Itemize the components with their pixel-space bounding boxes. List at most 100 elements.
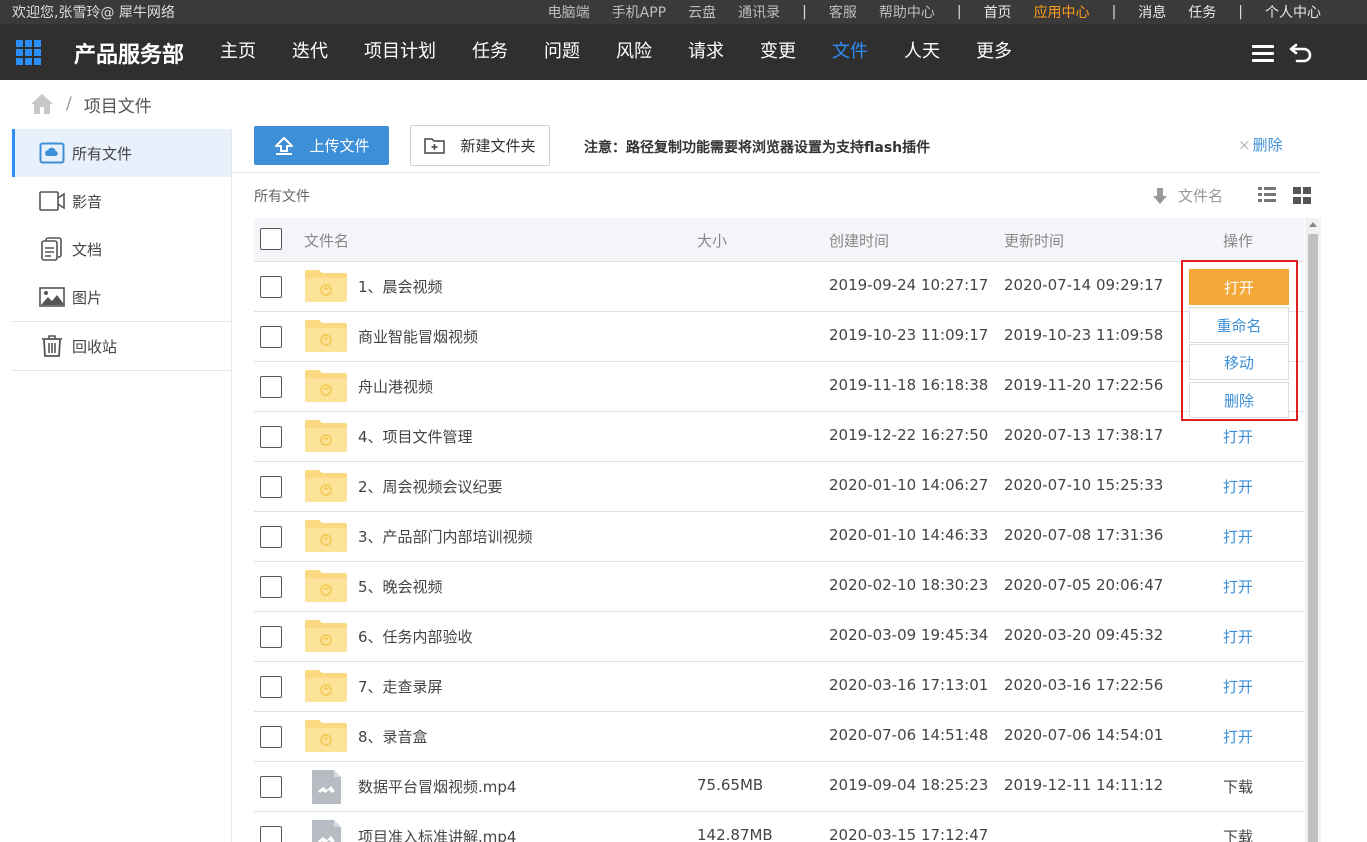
- download-button[interactable]: 下载: [1223, 826, 1253, 842]
- home-icon[interactable]: [30, 93, 54, 115]
- table-row[interactable]: 数据平台冒烟视频.mp4 75.65MB 2019-09-04 18:25:23 20…: [254, 762, 1304, 812]
- nav-item-files[interactable]: 文件: [814, 24, 886, 80]
- sidebar-item-documents[interactable]: 文档: [12, 225, 231, 273]
- breadcrumb: / 项目文件: [30, 90, 152, 118]
- file-name[interactable]: 4、项目文件管理: [358, 426, 473, 447]
- file-name[interactable]: 舟山港视频: [358, 376, 433, 397]
- sidebar-item-images[interactable]: 图片: [12, 273, 231, 321]
- back-arrow-icon[interactable]: [1289, 41, 1313, 63]
- row-checkbox[interactable]: [260, 576, 282, 598]
- table-row[interactable]: 3、产品部门内部培训视频 2020-01-10 14:46:33 2020-07-0…: [254, 512, 1304, 562]
- file-name[interactable]: 2、周会视频会议纪要: [358, 476, 503, 497]
- table-row[interactable]: 2、周会视频会议纪要 2020-01-10 14:06:27 2020-07-10 …: [254, 462, 1304, 512]
- header-size[interactable]: 大小: [697, 230, 727, 251]
- file-name[interactable]: 项目准入标准讲解.mp4: [358, 826, 516, 842]
- row-checkbox[interactable]: [260, 326, 282, 348]
- link-tasks[interactable]: 任务: [1188, 2, 1216, 22]
- nav-item-changes[interactable]: 变更: [742, 24, 814, 80]
- nav-item-iteration[interactable]: 迭代: [274, 24, 346, 80]
- nav-item-risks[interactable]: 风险: [598, 24, 670, 80]
- row-checkbox[interactable]: [260, 426, 282, 448]
- open-button[interactable]: 打开: [1223, 526, 1253, 547]
- link-mobile-app[interactable]: 手机APP: [612, 2, 666, 22]
- sidebar-item-media[interactable]: 影音: [12, 177, 231, 225]
- table-row[interactable]: 1、晨会视频 2019-09-24 10:27:17 2020-07-14 09:2…: [254, 262, 1304, 312]
- open-button[interactable]: 打开: [1223, 576, 1253, 597]
- nav-item-project-plan[interactable]: 项目计划: [346, 24, 454, 80]
- nav-item-tasks[interactable]: 任务: [454, 24, 526, 80]
- download-button[interactable]: 下载: [1223, 776, 1253, 797]
- header-created[interactable]: 创建时间: [829, 230, 889, 251]
- open-button[interactable]: 打开: [1223, 676, 1253, 697]
- link-profile[interactable]: 个人中心: [1265, 2, 1321, 22]
- scroll-up-arrow-icon[interactable]: [1309, 222, 1317, 227]
- sidebar-item-all-files[interactable]: 所有文件: [12, 129, 231, 177]
- link-desktop[interactable]: 电脑端: [548, 2, 590, 22]
- row-checkbox[interactable]: [260, 376, 282, 398]
- folder-icon: [304, 369, 348, 407]
- row-checkbox[interactable]: [260, 676, 282, 698]
- table-row[interactable]: 5、晚会视频 2020-02-10 18:30:23 2020-07-05 20:0…: [254, 562, 1304, 612]
- open-button[interactable]: 打开: [1223, 476, 1253, 497]
- row-checkbox[interactable]: [260, 526, 282, 548]
- row-checkbox[interactable]: [260, 626, 282, 648]
- file-name[interactable]: 8、录音盒: [358, 726, 428, 747]
- file-name[interactable]: 6、任务内部验收: [358, 626, 473, 647]
- upload-file-button[interactable]: 上传文件: [254, 126, 389, 165]
- table-row[interactable]: 6、任务内部验收 2020-03-09 19:45:34 2020-03-20 09…: [254, 612, 1304, 662]
- link-customer-service[interactable]: 客服: [829, 2, 857, 22]
- link-home[interactable]: 首页: [984, 2, 1012, 22]
- new-folder-button[interactable]: 新建文件夹: [410, 125, 550, 166]
- open-button[interactable]: 打开: [1223, 726, 1253, 747]
- link-contacts[interactable]: 通讯录: [738, 2, 780, 22]
- sort-by-name-button[interactable]: 文件名: [1152, 185, 1223, 206]
- row-checkbox[interactable]: [260, 276, 282, 298]
- app-grid-icon[interactable]: [16, 40, 41, 65]
- nav-item-man-days[interactable]: 人天: [886, 24, 958, 80]
- table-row[interactable]: 商业智能冒烟视频 2019-10-23 11:09:17 2019-10-23 11…: [254, 312, 1304, 362]
- row-checkbox[interactable]: [260, 476, 282, 498]
- nav-item-issues[interactable]: 问题: [526, 24, 598, 80]
- nav-item-more[interactable]: 更多: [958, 24, 1030, 80]
- menu-delete[interactable]: 删除: [1189, 382, 1289, 418]
- table-row[interactable]: 8、录音盒 2020-07-06 14:51:48 2020-07-06 14:54…: [254, 712, 1304, 762]
- link-cloud-disk[interactable]: 云盘: [688, 2, 716, 22]
- menu-open[interactable]: 打开: [1189, 269, 1289, 305]
- table-row[interactable]: 7、走查录屏 2020-03-16 17:13:01 2020-03-16 17:2…: [254, 662, 1304, 712]
- scrollbar[interactable]: [1305, 218, 1321, 842]
- hamburger-menu-icon[interactable]: [1252, 45, 1274, 62]
- nav-item-requests[interactable]: 请求: [670, 24, 742, 80]
- header-name[interactable]: 文件名: [304, 230, 349, 251]
- open-button[interactable]: 打开: [1223, 626, 1253, 647]
- header-updated[interactable]: 更新时间: [1004, 230, 1064, 251]
- file-name[interactable]: 商业智能冒烟视频: [358, 326, 478, 347]
- menu-move[interactable]: 移动: [1189, 344, 1289, 380]
- table-row[interactable]: 4、项目文件管理 2019-12-22 16:27:50 2020-07-13 17…: [254, 412, 1304, 462]
- file-created-time: 2019-09-24 10:27:17: [829, 276, 989, 294]
- file-name[interactable]: 数据平台冒烟视频.mp4: [358, 776, 516, 797]
- table-row[interactable]: 舟山港视频 2019-11-18 16:18:38 2019-11-20 17:22…: [254, 362, 1304, 412]
- open-button[interactable]: 打开: [1223, 426, 1253, 447]
- delete-button[interactable]: × 删除: [1238, 134, 1283, 155]
- file-created-time: 2020-03-16 17:13:01: [829, 676, 989, 694]
- delete-label: 删除: [1252, 136, 1283, 154]
- file-name[interactable]: 3、产品部门内部培训视频: [358, 526, 533, 547]
- file-name[interactable]: 1、晨会视频: [358, 276, 443, 297]
- scrollbar-thumb[interactable]: [1308, 234, 1318, 842]
- sidebar-item-recycle-bin[interactable]: 回收站: [12, 322, 231, 370]
- file-name[interactable]: 7、走查录屏: [358, 676, 443, 697]
- file-name[interactable]: 5、晚会视频: [358, 576, 443, 597]
- select-all-checkbox[interactable]: [260, 228, 282, 250]
- row-checkbox[interactable]: [260, 776, 282, 798]
- link-help-center[interactable]: 帮助中心: [879, 2, 935, 22]
- header-operation: 操作: [1223, 232, 1254, 250]
- grid-view-icon[interactable]: [1293, 187, 1311, 204]
- row-checkbox[interactable]: [260, 726, 282, 748]
- link-app-center[interactable]: 应用中心: [1034, 2, 1090, 22]
- nav-item-home[interactable]: 主页: [202, 24, 274, 80]
- row-checkbox[interactable]: [260, 826, 282, 842]
- table-row[interactable]: 项目准入标准讲解.mp4 142.87MB 2020-03-15 17:12:47 下…: [254, 812, 1304, 842]
- menu-rename[interactable]: 重命名: [1189, 307, 1289, 343]
- list-view-icon[interactable]: [1258, 187, 1276, 203]
- link-messages[interactable]: 消息: [1138, 2, 1166, 22]
